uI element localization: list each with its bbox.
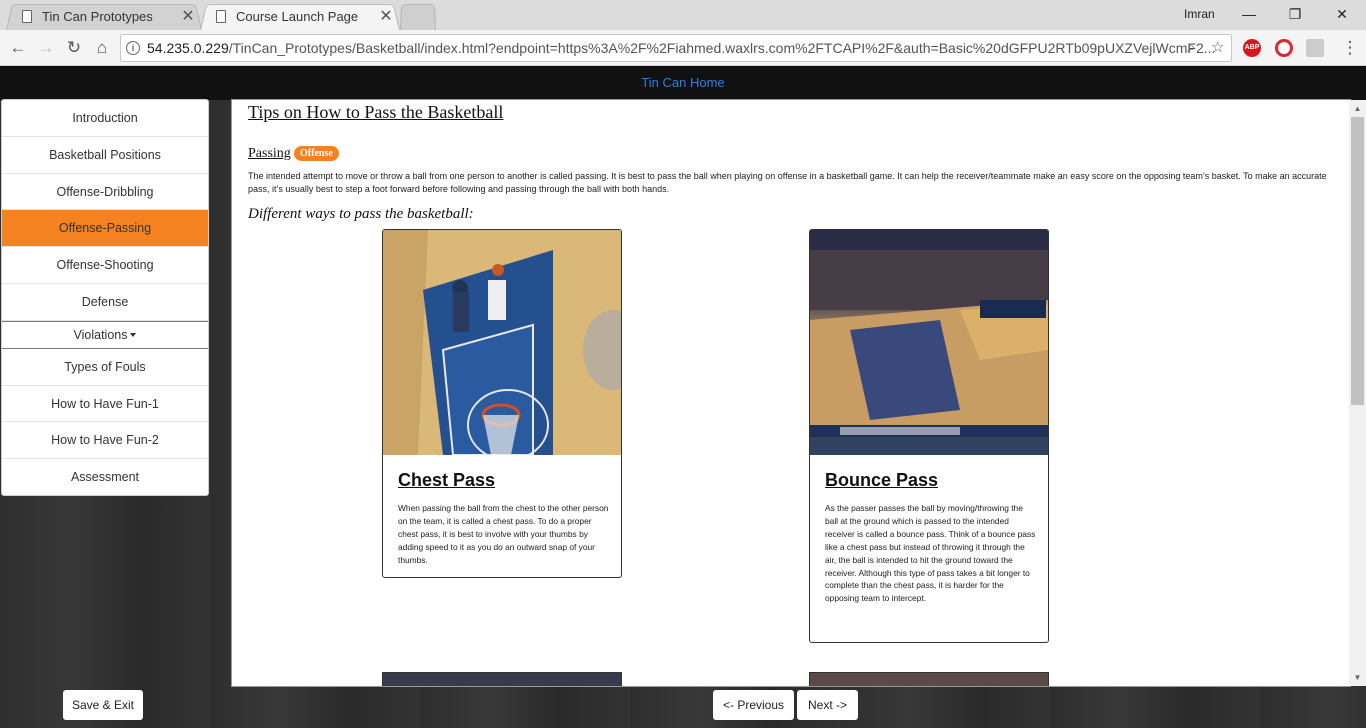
menu-icon[interactable]: ⋮ — [1338, 36, 1362, 60]
tab-label: Course Launch Page — [236, 8, 359, 24]
save-exit-button[interactable]: Save & Exit — [63, 690, 143, 720]
violations-label: Violations — [73, 327, 128, 342]
sidebar-item-violations[interactable]: Violations — [2, 320, 208, 349]
close-tab-icon[interactable]: ✕ — [372, 6, 400, 26]
offense-badge: Offense — [294, 146, 339, 161]
next-card-preview — [809, 672, 1049, 686]
sidebar-item-offense-shooting[interactable]: Offense-Shooting — [2, 247, 208, 284]
browser-tab-course-launch-page[interactable]: Course Launch Page ✕ — [200, 2, 400, 30]
lesson-content[interactable]: Tips on How to Pass the Basketball Passi… — [231, 99, 1351, 687]
course-sidebar: Introduction Basketball Positions Offens… — [1, 99, 209, 496]
card-text: As the passer passes the ball by moving/… — [825, 503, 1036, 604]
new-tab-button[interactable] — [400, 2, 436, 30]
pdf-extension-icon[interactable] — [1306, 39, 1324, 57]
previous-button[interactable]: <- Previous — [713, 690, 794, 720]
section-title: Passing — [248, 146, 291, 161]
page-icon — [216, 9, 226, 23]
tab-label: Tin Can Prototypes — [42, 8, 153, 24]
browser-tab-tin-can-prototypes[interactable]: Tin Can Prototypes ✕ — [6, 2, 202, 30]
next-card-preview — [382, 672, 622, 686]
scroll-up-icon[interactable]: ▲ — [1349, 100, 1366, 117]
sidebar-item-defense[interactable]: Defense — [2, 284, 208, 321]
sidebar-item-basketball-positions[interactable]: Basketball Positions — [2, 137, 208, 174]
forward-arrow-icon[interactable]: → — [34, 36, 58, 60]
sidebar-item-how-to-have-fun-2[interactable]: How to Have Fun-2 — [2, 422, 208, 460]
bounce-pass-card: Bounce Pass As the passer passes the bal… — [809, 229, 1049, 643]
sidebar-item-how-to-have-fun-1[interactable]: How to Have Fun-1 — [2, 386, 208, 423]
caret-down-icon — [130, 333, 137, 338]
sidebar-item-offense-dribbling[interactable]: Offense-Dribbling — [2, 174, 208, 211]
subheading: Different ways to pass the basketball: — [248, 206, 474, 222]
page-title: Tips on How to Pass the Basketball — [248, 102, 504, 122]
sidebar-item-assessment[interactable]: Assessment — [2, 459, 208, 495]
course-page: Tin Can Home Introduction Basketball Pos… — [0, 66, 1366, 728]
chest-pass-image — [383, 230, 621, 455]
chest-pass-card: Chest Pass When passing the ball from th… — [382, 229, 622, 578]
card-text: When passing the ball from the chest to … — [398, 503, 609, 565]
content-scrollbar[interactable]: ▲ ▼ — [1349, 100, 1366, 686]
adblock-icon[interactable]: ABP — [1243, 39, 1261, 57]
scroll-down-icon[interactable]: ▼ — [1349, 669, 1366, 686]
url-path: /TinCan_Prototypes/Basketball/index.html… — [228, 40, 1216, 56]
page-icon — [22, 9, 32, 23]
scroll-thumb[interactable] — [1351, 117, 1364, 405]
reload-icon[interactable]: ↻ — [62, 36, 86, 60]
profile-name[interactable]: Imran — [1184, 7, 1215, 21]
bounce-pass-image — [810, 230, 1048, 455]
zoom-icon[interactable]: ⌕ — [1187, 35, 1195, 61]
card-title: Chest Pass — [398, 470, 496, 490]
sidebar-item-introduction[interactable]: Introduction — [2, 100, 208, 137]
close-tab-icon[interactable]: ✕ — [174, 6, 202, 26]
card-title: Bounce Pass — [825, 470, 939, 490]
sidebar-item-offense-passing[interactable]: Offense-Passing — [2, 210, 208, 248]
close-window-icon[interactable]: ✕ — [1327, 2, 1357, 26]
bookmark-star-icon[interactable]: ☆ — [1211, 35, 1224, 61]
sidebar-item-types-of-fouls[interactable]: Types of Fouls — [2, 349, 208, 386]
home-icon[interactable]: ⌂ — [90, 36, 114, 60]
browser-tab-strip: Tin Can Prototypes ✕ Course Launch Page … — [0, 0, 1366, 30]
address-bar[interactable]: i 54.235.0.229/TinCan_Prototypes/Basketb… — [120, 34, 1232, 62]
restore-icon[interactable]: ❐ — [1280, 2, 1310, 26]
back-arrow-icon[interactable]: ← — [6, 36, 30, 60]
intro-paragraph: The intended attempt to move or throw a … — [248, 171, 1327, 194]
url-host: 54.235.0.229 — [147, 40, 229, 56]
tin-can-home-link[interactable]: Tin Can Home — [641, 75, 724, 90]
top-navbar: Tin Can Home — [0, 66, 1366, 100]
minimize-icon[interactable]: — — [1234, 2, 1264, 26]
info-icon[interactable]: i — [126, 41, 140, 55]
opera-icon[interactable] — [1275, 39, 1293, 57]
next-button[interactable]: Next -> — [797, 690, 858, 720]
browser-toolbar: ← → ↻ ⌂ i 54.235.0.229/TinCan_Prototypes… — [0, 30, 1366, 66]
